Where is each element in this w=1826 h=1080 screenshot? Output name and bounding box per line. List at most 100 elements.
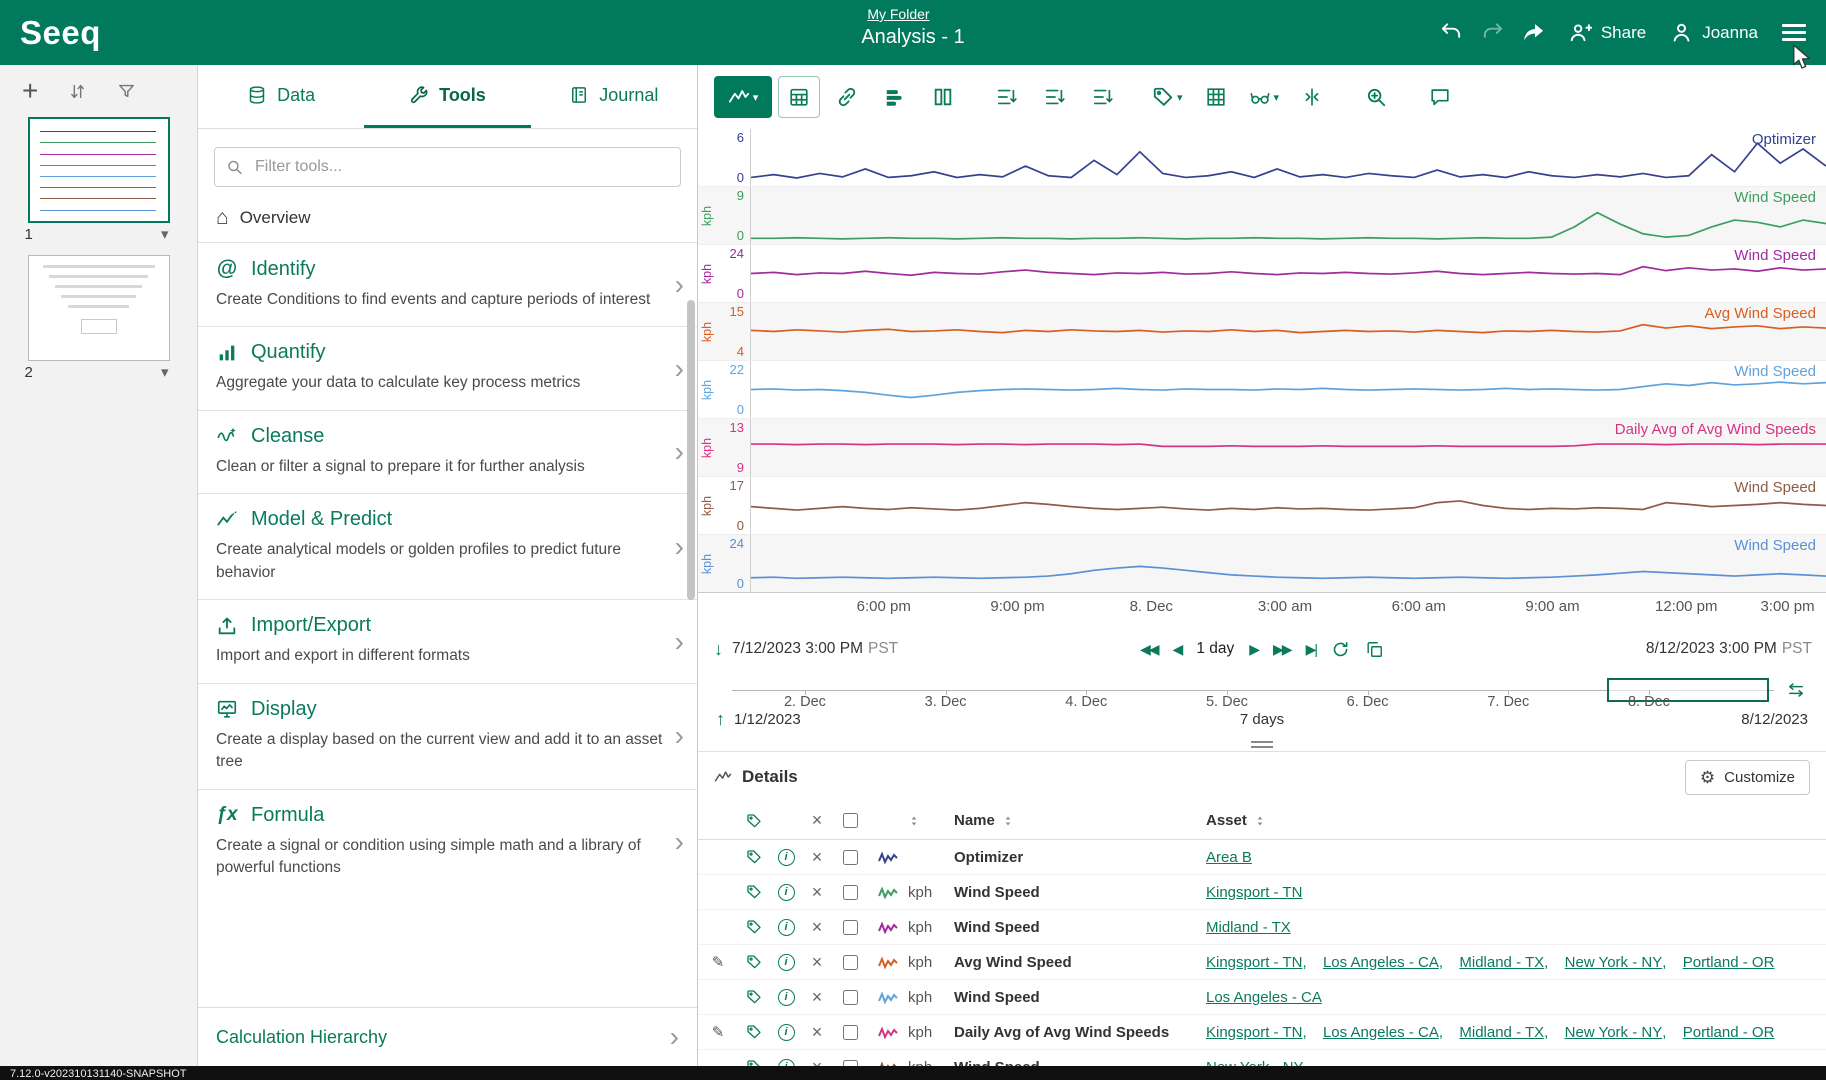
tab-journal[interactable]: Journal xyxy=(531,65,697,128)
display-range-duration[interactable]: 1 day xyxy=(1196,640,1234,658)
lane-axis[interactable]: kph139 xyxy=(698,419,750,476)
asset-link[interactable]: New York - NY xyxy=(1565,954,1663,971)
asset-link[interactable]: Los Angeles - CA xyxy=(1206,989,1322,1006)
item-name[interactable]: Daily Avg of Avg Wind Speeds xyxy=(954,1024,1206,1041)
edit-formula-button[interactable]: ✎ xyxy=(712,953,725,971)
asset-link[interactable]: Kingsport - TN xyxy=(1206,1024,1302,1041)
jump-forward-button[interactable]: ▶▶ xyxy=(1273,641,1291,658)
sort-icon[interactable] xyxy=(908,815,920,827)
tool-identify[interactable]: @IdentifyCreate Conditions to find event… xyxy=(198,242,697,326)
lane-plot[interactable]: Optimizer xyxy=(750,129,1826,186)
jump-to-end-button[interactable]: ▶| xyxy=(1306,641,1316,658)
one-axis-button[interactable] xyxy=(1082,76,1124,118)
display-range-start[interactable]: 7/12/2023 3:00 PMPST xyxy=(732,640,898,658)
asset-link[interactable]: Midland - TX xyxy=(1459,1024,1544,1041)
gridlines-button[interactable] xyxy=(1195,76,1237,118)
labels-button[interactable] xyxy=(738,919,770,935)
filter-worksheets-button[interactable] xyxy=(117,82,136,101)
investigate-range-swap-icon[interactable]: ↑ xyxy=(716,709,725,730)
labels-button[interactable] xyxy=(738,849,770,865)
display-range-end[interactable]: 8/12/2023 3:00 PMPST xyxy=(1646,640,1812,658)
tab-data[interactable]: Data xyxy=(198,65,364,128)
annotate-button[interactable] xyxy=(1419,76,1461,118)
item-name[interactable]: Wind Speed xyxy=(954,884,1206,901)
tool-cleanse[interactable]: CleanseClean or filter a signal to prepa… xyxy=(198,410,697,493)
item-name[interactable]: Optimizer xyxy=(954,849,1206,866)
worksheet-thumbnail[interactable]: 1▾ xyxy=(0,117,197,243)
item-info-button[interactable]: i xyxy=(770,989,802,1006)
tools-scrollbar[interactable] xyxy=(687,300,695,600)
labels-button[interactable] xyxy=(738,989,770,1005)
customize-button[interactable]: ⚙ Customize xyxy=(1685,760,1810,795)
lane-axis[interactable]: kph240 xyxy=(698,245,750,302)
lane-label[interactable]: Wind Speed xyxy=(1734,479,1816,496)
asset-link[interactable]: Kingsport - TN xyxy=(1206,954,1302,971)
tool-model-predict[interactable]: Model & PredictCreate analytical models … xyxy=(198,493,697,599)
lane-plot[interactable]: Wind Speed xyxy=(750,187,1826,244)
lane-axis[interactable]: 60 xyxy=(698,129,750,186)
display-range-swap-icon[interactable]: ↓ xyxy=(714,639,723,660)
asset-link[interactable]: New York - NY xyxy=(1565,1024,1663,1041)
asset-link[interactable]: Los Angeles - CA xyxy=(1323,954,1439,971)
lane-axis[interactable]: kph154 xyxy=(698,303,750,360)
remove-item-button[interactable]: × xyxy=(802,847,832,868)
investigate-range-bar[interactable]: 2. Dec3. Dec4. Dec5. Dec6. Dec7. Dec8. D… xyxy=(732,677,1774,705)
show-uncertainty-button[interactable]: ▾ xyxy=(1243,76,1286,118)
user-menu-button[interactable]: Joanna xyxy=(1670,21,1758,44)
item-name[interactable]: Wind Speed xyxy=(954,919,1206,936)
tab-tools[interactable]: Tools xyxy=(364,65,530,128)
share-forward-button[interactable] xyxy=(1522,21,1545,44)
remove-all-button[interactable]: × xyxy=(802,810,832,831)
item-info-button[interactable]: i xyxy=(770,849,802,866)
filter-tools-input[interactable] xyxy=(214,147,681,187)
signal-style-button[interactable] xyxy=(868,990,908,1005)
asset-link[interactable]: Kingsport - TN xyxy=(1206,884,1302,901)
capsule-time-button[interactable] xyxy=(778,76,820,118)
tool-quantify[interactable]: QuantifyAggregate your data to calculate… xyxy=(198,326,697,409)
sort-icon[interactable] xyxy=(1002,815,1014,827)
compare-view-button[interactable] xyxy=(922,76,964,118)
select-item-checkbox[interactable] xyxy=(843,1025,858,1040)
reorder-worksheets-button[interactable] xyxy=(68,82,87,101)
cursors-button[interactable] xyxy=(1291,76,1333,118)
asset-column-header[interactable]: Asset xyxy=(1206,812,1247,829)
item-info-button[interactable]: i xyxy=(770,1024,802,1041)
capsule-view-button[interactable] xyxy=(874,76,916,118)
copy-range-button[interactable] xyxy=(1365,640,1384,659)
new-worksheet-button[interactable]: + xyxy=(22,81,38,101)
redo-button[interactable] xyxy=(1481,21,1504,44)
jump-to-start-button[interactable]: ◀◀ xyxy=(1140,641,1158,658)
name-column-header[interactable]: Name xyxy=(954,812,995,829)
worksheet-thumbnail[interactable]: 2▾ xyxy=(0,255,197,381)
signal-style-button[interactable] xyxy=(868,920,908,935)
step-forward-button[interactable]: ▶ xyxy=(1249,641,1258,658)
lane-axis[interactable]: kph240 xyxy=(698,535,750,592)
zoom-in-button[interactable] xyxy=(1355,76,1397,118)
calculation-hierarchy-item[interactable]: Calculation Hierarchy › xyxy=(198,1007,697,1066)
sort-icon[interactable] xyxy=(1254,815,1266,827)
select-all-checkbox[interactable] xyxy=(843,813,858,828)
remove-item-button[interactable]: × xyxy=(802,917,832,938)
trend-chart[interactable]: 60Optimizerkph90 Wind Speed kph240 Wind Spe… xyxy=(698,129,1826,593)
asset-link[interactable]: Portland - OR xyxy=(1683,954,1775,971)
lane-axis[interactable]: kph90 xyxy=(698,187,750,244)
asset-link[interactable]: Los Angeles - CA xyxy=(1323,1024,1439,1041)
asset-link[interactable]: Portland - OR xyxy=(1683,1024,1775,1041)
lane-label[interactable]: Wind Speed xyxy=(1734,189,1816,206)
worksheet-menu-button[interactable]: ▾ xyxy=(157,363,173,381)
undo-button[interactable] xyxy=(1440,21,1463,44)
labels-column-button[interactable] xyxy=(738,813,770,829)
one-lane-button[interactable] xyxy=(1034,76,1076,118)
investigate-range-duration[interactable]: 7 days xyxy=(1240,711,1284,728)
labels-button[interactable]: ▾ xyxy=(1146,76,1189,118)
item-info-button[interactable]: i xyxy=(770,954,802,971)
remove-item-button[interactable]: × xyxy=(802,882,832,903)
select-item-checkbox[interactable] xyxy=(843,955,858,970)
auto-update-button[interactable] xyxy=(1331,640,1350,659)
tool-formula[interactable]: ƒxFormulaCreate a signal or condition us… xyxy=(198,789,697,895)
labels-button[interactable] xyxy=(738,884,770,900)
lane-axis[interactable]: kph170 xyxy=(698,477,750,534)
dim-lanes-button[interactable] xyxy=(986,76,1028,118)
overview-item[interactable]: ⌂ Overview xyxy=(198,195,697,242)
lane-plot[interactable]: Wind Speed xyxy=(750,477,1826,534)
